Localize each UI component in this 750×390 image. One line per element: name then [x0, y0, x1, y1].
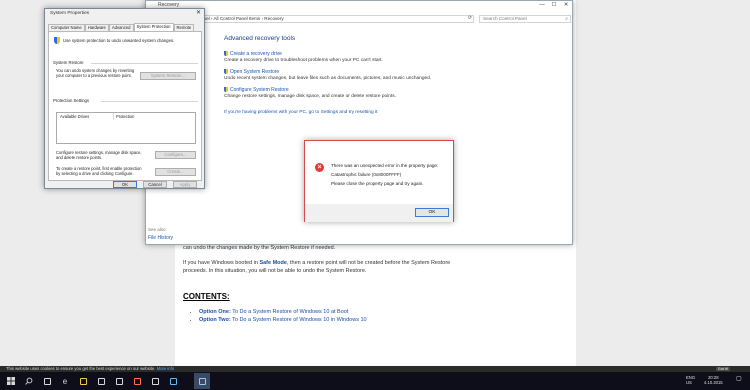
cookie-text: This website uses cookies to ensure you …	[6, 366, 156, 371]
error-line-3: Please close the property page and try a…	[331, 181, 424, 186]
reset-pc-link[interactable]: If you're having problems with your PC, …	[224, 110, 377, 115]
breadcrumb[interactable]: › Control Panel › All Control Panel Item…	[174, 15, 474, 23]
create-button[interactable]: Create...	[155, 168, 196, 176]
search-icon[interactable]	[24, 376, 34, 386]
system-properties-dialog: System Properties ✕ Computer Name Hardwa…	[44, 8, 205, 189]
contents-option-two[interactable]: Option Two: To Do a System Restore of Wi…	[199, 316, 367, 324]
safe-mode-pre: If you have Windows booted in	[183, 260, 260, 266]
clock-date: 4.10.2015	[704, 380, 723, 385]
intro-text: Use system protection to undo unwanted s…	[63, 38, 175, 43]
recovery-item-configure-restore: Configure System Restore Change restore …	[224, 87, 396, 99]
shield-icon	[224, 69, 228, 74]
contents-list: Option One: To Do a System Restore of Wi…	[193, 308, 367, 324]
column-header-drives: Available Drives	[60, 114, 90, 119]
link-label: Configure System Restore	[230, 87, 289, 93]
divider	[91, 63, 198, 64]
tab-computer-name[interactable]: Computer Name	[48, 24, 85, 31]
app-icon[interactable]	[132, 376, 142, 386]
divider	[101, 101, 198, 102]
minimize-button[interactable]: —	[536, 1, 548, 9]
file-history-link[interactable]: File History	[148, 235, 173, 241]
protection-settings-label: Protection Settings	[53, 98, 90, 103]
task-view-icon[interactable]	[42, 376, 52, 386]
edge-icon[interactable]: e	[60, 376, 70, 386]
configure-system-restore-link[interactable]: Configure System Restore	[224, 87, 396, 93]
apply-button[interactable]: Apply	[173, 181, 197, 188]
error-line-2: Catastrophic failure (0x8000FFFF)	[331, 172, 402, 177]
error-dialog: × There was an unexpected error in the p…	[304, 140, 454, 222]
option-text: To Do a System Restore of Windows 10 at …	[230, 309, 349, 315]
tab-advanced[interactable]: Advanced	[108, 24, 134, 31]
close-button[interactable]: ✕	[560, 1, 572, 9]
search-icon: ⌕	[565, 16, 568, 22]
shield-icon	[224, 87, 228, 92]
maximize-button[interactable]: ☐	[548, 1, 560, 9]
page-safe-mode-note: If you have Windows booted in Safe Mode,…	[183, 259, 468, 275]
safe-mode-term: Safe Mode	[259, 260, 287, 266]
contents-option-one[interactable]: Option One: To Do a System Restore of Wi…	[199, 308, 367, 316]
notifications-icon[interactable]: ▢	[736, 376, 742, 382]
create-recovery-drive-link[interactable]: Create a recovery drive	[224, 51, 383, 57]
app-icon[interactable]	[150, 376, 160, 386]
dialog-title: System Properties	[50, 11, 90, 16]
recovery-item-open-restore: Open System Restore Undo recent system c…	[224, 69, 431, 81]
item-description: Change restore settings, manage disk spa…	[224, 94, 396, 99]
contents-heading: CONTENTS:	[183, 292, 230, 301]
start-icon[interactable]	[6, 376, 16, 386]
page-text-partial: can undo the changes made by the System …	[183, 245, 336, 251]
configure-button[interactable]: Configure...	[155, 151, 196, 159]
recovery-item-create-drive: Create a recovery drive Create a recover…	[224, 51, 383, 63]
close-button[interactable]: ✕	[196, 9, 201, 16]
address-bar: › Control Panel › All Control Panel Item…	[146, 13, 572, 23]
shield-icon	[224, 51, 228, 56]
search-input[interactable]: Search Control Panel ⌕	[479, 15, 571, 23]
create-description: To create a restore point, first enable …	[56, 166, 142, 176]
tray-language[interactable]: ENG US	[686, 375, 695, 385]
tab-bar: Computer Name Hardware Advanced System P…	[48, 23, 195, 31]
item-description: Undo recent system changes, but leave fi…	[224, 76, 432, 81]
refresh-icon[interactable]: ⟳	[466, 15, 474, 23]
drives-table[interactable]: Available Drives Protection	[56, 112, 196, 144]
region-label: US	[686, 380, 692, 385]
file-explorer-icon[interactable]	[78, 376, 88, 386]
restore-description: You can undo system changes by reverting…	[56, 68, 135, 78]
app-icon[interactable]	[114, 376, 124, 386]
column-header-protection: Protection	[116, 114, 135, 119]
cancel-button[interactable]: Cancel	[143, 181, 167, 188]
ok-button[interactable]: OK	[113, 181, 137, 188]
column-separator	[113, 113, 114, 120]
error-body: × There was an unexpected error in the p…	[305, 141, 453, 204]
tab-remote[interactable]: Remote	[173, 24, 195, 31]
link-label: Create a recovery drive	[230, 51, 282, 57]
error-icon: ×	[315, 163, 324, 172]
ok-button[interactable]: OK	[415, 208, 449, 217]
error-line-1: There was an unexpected error in the pro…	[331, 163, 439, 168]
cookie-got-it-button[interactable]: Got it!	[715, 367, 730, 371]
open-system-restore-link[interactable]: Open System Restore	[224, 69, 431, 75]
store-icon[interactable]	[96, 376, 106, 386]
item-description: Create a recovery drive to troubleshoot …	[224, 58, 383, 63]
error-message: There was an unexpected error in the pro…	[331, 163, 438, 186]
taskbar: e ENG US 20:28 4.10.2015 ▢	[0, 372, 750, 390]
tab-system-protection[interactable]: System Protection	[133, 23, 174, 31]
recovery-titlebar[interactable]: Recovery — ☐ ✕	[146, 1, 572, 9]
system-restore-button[interactable]: System Restore...	[140, 72, 196, 80]
recovery-heading: Advanced recovery tools	[224, 35, 296, 42]
link-label: Open System Restore	[230, 69, 280, 75]
page-right-gutter	[576, 0, 750, 366]
app-icon[interactable]	[168, 376, 178, 386]
cookie-more-info-link[interactable]: More info	[157, 366, 174, 371]
shield-icon	[54, 37, 60, 44]
system-properties-taskbar-icon[interactable]	[197, 376, 207, 386]
system-restore-section-label: System Restore	[53, 60, 84, 65]
option-key: Option Two:	[199, 317, 231, 323]
option-text: To Do a System Restore of Windows 10 in …	[230, 317, 367, 323]
see-also-label: See also	[148, 227, 166, 232]
configure-description: Configure restore settings, manage disk …	[56, 150, 142, 160]
option-key: Option One:	[199, 309, 231, 315]
tab-hardware[interactable]: Hardware	[84, 24, 109, 31]
search-placeholder: Search Control Panel	[483, 16, 527, 21]
tray-clock[interactable]: 20:28 4.10.2015	[704, 375, 723, 385]
system-protection-panel: Use system protection to undo unwanted s…	[48, 31, 202, 181]
